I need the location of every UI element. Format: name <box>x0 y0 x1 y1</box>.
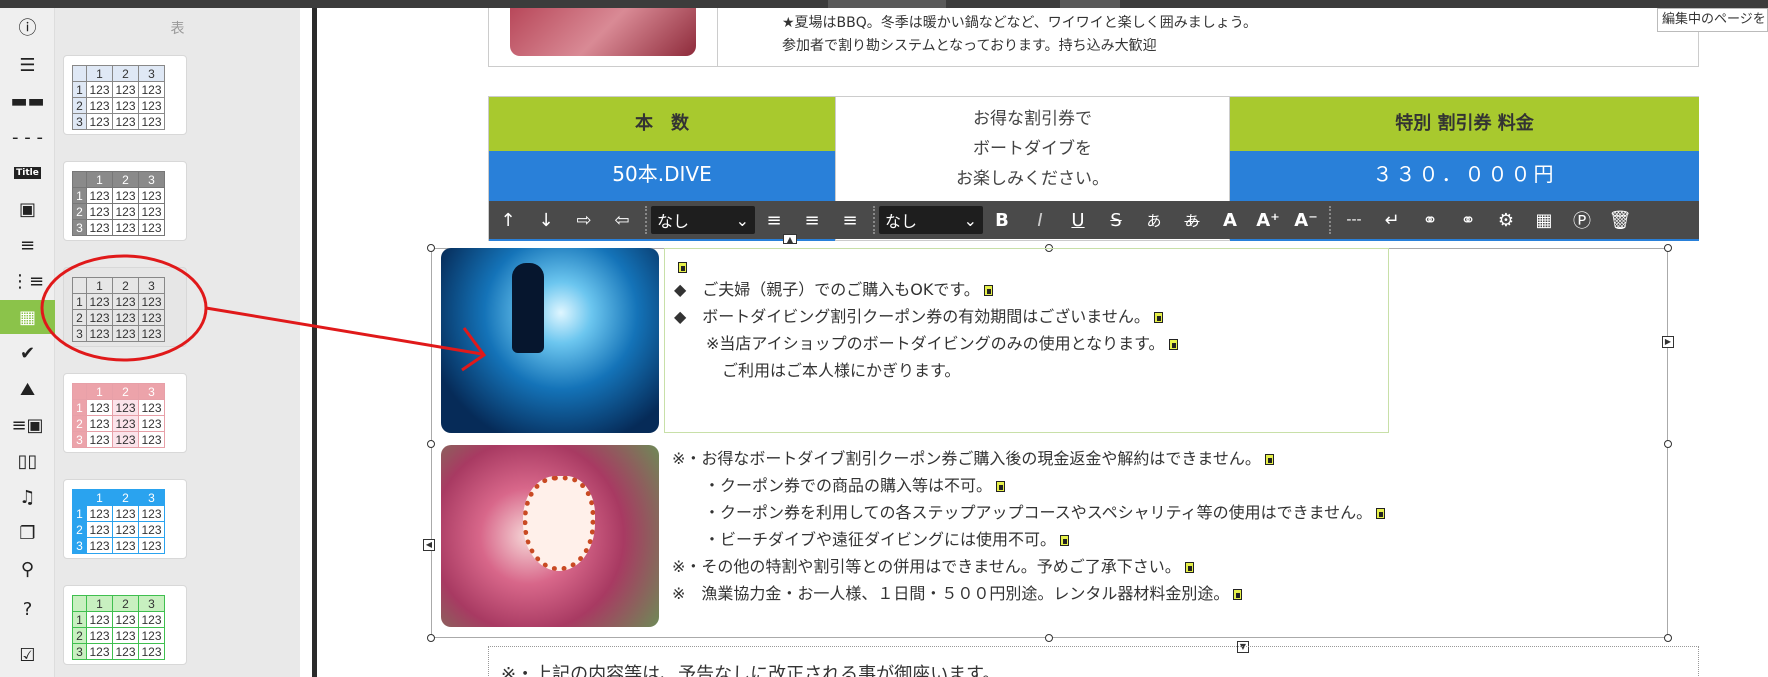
annotation-arrowhead <box>461 327 487 372</box>
annotation-arrow <box>205 306 483 356</box>
annotation-circle <box>40 254 208 362</box>
annotation-overlay <box>40 254 487 372</box>
